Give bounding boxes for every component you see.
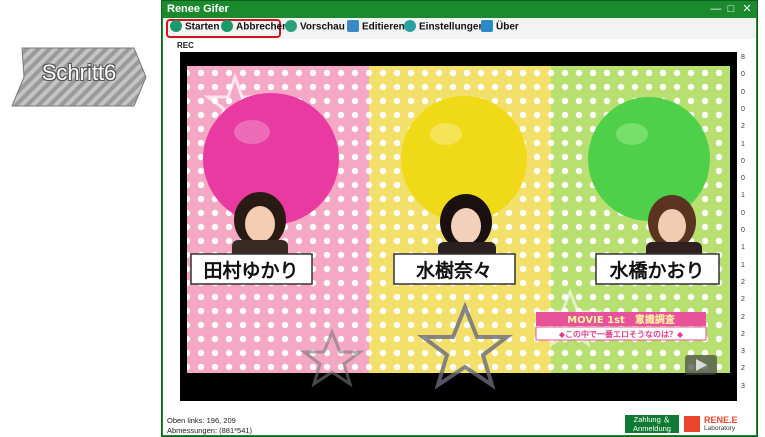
- content-area: REC 田村ゆかり 水樹奈々 水橋かおり MOVIE 1st 意識調査 ◆この中…: [163, 39, 756, 435]
- side-digit: 2: [741, 296, 745, 304]
- top-left-readout: Oben links: 196, 209: [167, 416, 236, 425]
- side-digit: 3: [741, 382, 745, 390]
- name-plate-3: 水橋かおり: [609, 259, 704, 282]
- info-icon: [481, 20, 493, 32]
- play-icon: [170, 20, 182, 32]
- side-digit: 0: [741, 175, 745, 183]
- side-ruler: 8 0 0 0 2 1 0 0 1 0 0 1 1 2 2 2 2 3 2 3: [738, 52, 752, 401]
- side-digit: 2: [741, 313, 745, 321]
- name-plate-1: 田村ゆかり: [203, 259, 298, 282]
- side-digit: 0: [741, 71, 745, 79]
- about-button[interactable]: Über: [481, 20, 519, 37]
- side-digit: 1: [741, 192, 745, 200]
- logo-cross-icon: [684, 416, 700, 432]
- payment-label-line2: Anmeldung: [633, 424, 671, 433]
- step-label: Schritt6: [41, 60, 117, 85]
- maximize-button[interactable]: □: [724, 2, 738, 16]
- side-digit: 0: [741, 227, 745, 234]
- side-digit: 0: [741, 157, 745, 165]
- side-digit: 2: [741, 365, 745, 373]
- app-window: Renee Gifer — □ ✕ Starten Abbrechen Vors…: [161, 0, 758, 437]
- about-label: Über: [496, 21, 519, 33]
- gear-icon: [404, 20, 416, 32]
- video-preview[interactable]: 田村ゆかり 水樹奈々 水橋かおり MOVIE 1st 意識調査 ◆この中で一番エ…: [180, 52, 737, 401]
- start-button[interactable]: Starten: [170, 20, 220, 37]
- side-digit: 1: [741, 261, 745, 269]
- preview-button[interactable]: Vorschau: [285, 20, 345, 37]
- caption-title: MOVIE 1st 意識調査: [567, 313, 676, 326]
- start-label: Starten: [185, 21, 220, 33]
- settings-button[interactable]: Einstellungen: [404, 20, 485, 37]
- side-digit: 2: [741, 330, 745, 338]
- side-digit: 2: [741, 123, 745, 131]
- side-digit: 0: [741, 105, 745, 113]
- logo-text: RENE.E: [704, 415, 738, 425]
- edit-label: Editieren: [362, 21, 405, 33]
- name-plate-2: 水樹奈々: [416, 259, 492, 282]
- cancel-button[interactable]: Abbrechen: [221, 20, 289, 37]
- side-digit: 1: [741, 244, 745, 252]
- side-digit: 2: [741, 278, 745, 286]
- cancel-label: Abbrechen: [236, 21, 289, 33]
- window-title: Renee Gifer: [167, 3, 229, 15]
- side-digit: 0: [741, 88, 745, 96]
- caption-subtitle: ◆この中で一番エロそうなのは？◆: [559, 329, 684, 339]
- preview-icon: [285, 20, 297, 32]
- side-digit: 8: [741, 54, 745, 61]
- stop-icon: [221, 20, 233, 32]
- minimize-button[interactable]: —: [709, 2, 723, 16]
- edit-icon: [347, 20, 359, 32]
- toolbar: Starten Abbrechen Vorschau Editieren Ein…: [163, 18, 756, 39]
- logo-subtext: Laboratory: [704, 425, 736, 432]
- payment-label-line1: Zahlung ＆: [633, 415, 671, 424]
- rene-logo: RENE.E Laboratory: [684, 415, 739, 434]
- settings-label: Einstellungen: [419, 21, 485, 33]
- step-badge: Schritt6: [10, 46, 148, 108]
- side-digit: 3: [741, 348, 745, 356]
- payment-register-button[interactable]: Zahlung ＆ Anmeldung: [625, 415, 679, 433]
- side-digit: 1: [741, 140, 745, 148]
- rec-label: REC: [177, 41, 194, 50]
- side-digit: 0: [741, 209, 745, 217]
- title-bar[interactable]: Renee Gifer — □ ✕: [162, 1, 757, 18]
- size-readout: Abmessungen: (881*541): [167, 426, 253, 435]
- edit-button[interactable]: Editieren: [347, 20, 405, 37]
- preview-label: Vorschau: [300, 21, 345, 33]
- close-button[interactable]: ✕: [740, 2, 754, 16]
